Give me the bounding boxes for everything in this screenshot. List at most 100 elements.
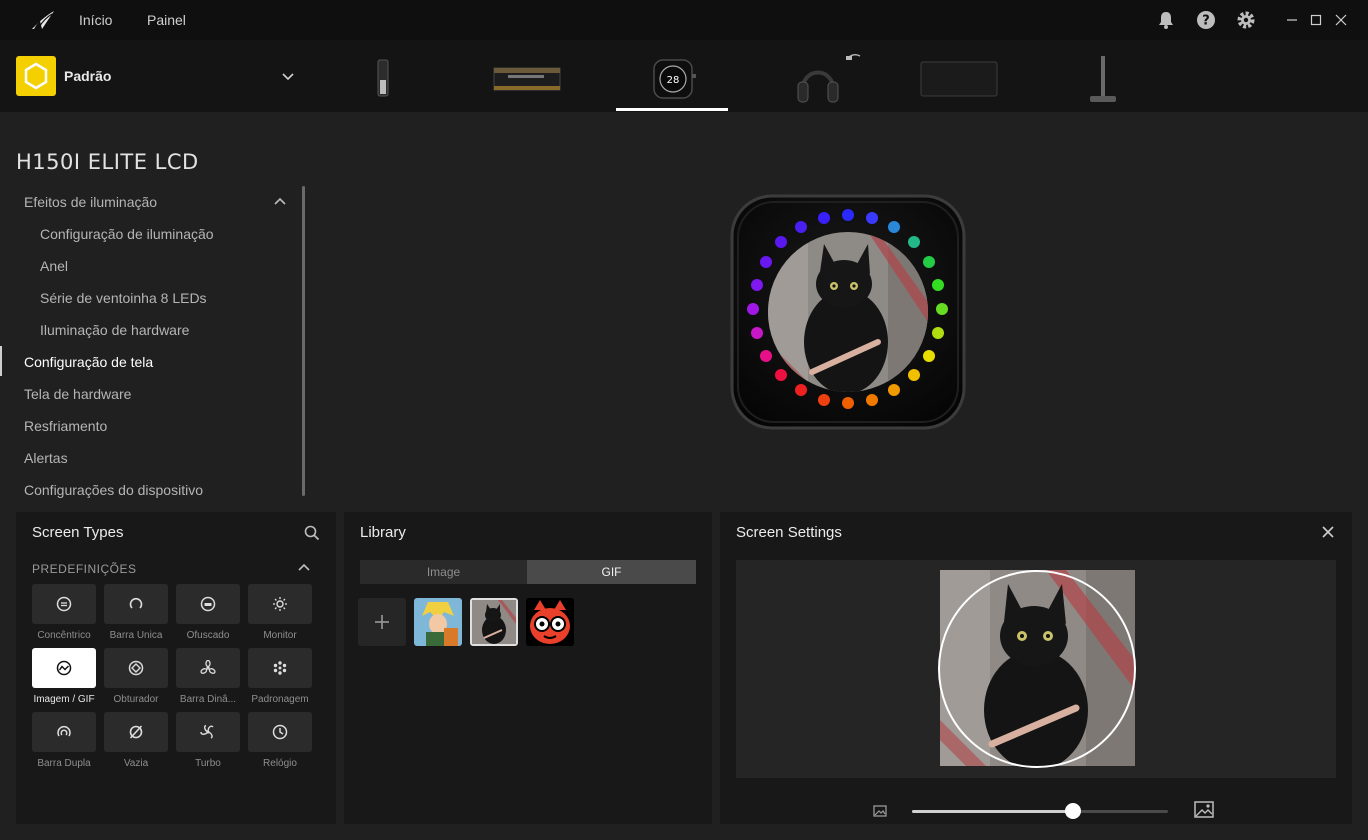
help-icon[interactable]: ? <box>1196 10 1216 30</box>
page-title: H150I ELITE LCD <box>16 150 199 174</box>
tile-label: Relógio <box>263 758 297 769</box>
tile-shutter[interactable] <box>104 648 168 688</box>
tile-clock[interactable] <box>248 712 312 752</box>
chevron-up-icon[interactable] <box>296 560 312 576</box>
media-thumbnail-cartoon[interactable] <box>526 598 574 646</box>
zoom-slider-fill <box>912 810 1074 813</box>
menu-scrollbar[interactable] <box>302 186 305 496</box>
headset-device[interactable] <box>794 48 864 108</box>
tile-empty[interactable] <box>104 712 168 752</box>
zoom-slider[interactable] <box>912 803 1168 819</box>
image-small-icon <box>873 805 887 817</box>
profile-name: Padrão <box>64 68 112 84</box>
active-device-indicator <box>616 108 728 111</box>
plus-icon <box>375 615 389 629</box>
screen-types-title: Screen Types <box>32 524 124 541</box>
close-icon[interactable] <box>1320 524 1336 540</box>
media-thumbnail-anime[interactable] <box>414 598 462 646</box>
screen-types-panel: Screen Types PREDEFINIÇÕES Concêntrico B… <box>16 512 336 824</box>
turbo-fan-icon <box>200 724 214 739</box>
library-panel: Library Image GIF <box>344 512 712 824</box>
menu-ring[interactable]: Anel <box>40 258 68 274</box>
presets-section-label: PREDEFINIÇÕES <box>32 562 137 576</box>
cooler-lcd-device[interactable]: 28 <box>652 48 698 108</box>
zoom-slider-handle[interactable] <box>1065 803 1082 819</box>
tile-monitor[interactable] <box>248 584 312 624</box>
nav-dashboard[interactable]: Painel <box>147 12 186 28</box>
library-tabs: Image GIF <box>360 560 696 584</box>
tile-concentric[interactable] <box>32 584 96 624</box>
crop-image[interactable] <box>936 570 1136 768</box>
menu-alerts[interactable]: Alertas <box>24 450 68 466</box>
tab-image[interactable]: Image <box>360 560 527 584</box>
image-large-icon <box>1194 801 1214 818</box>
menu-screen-setup[interactable]: Configuração de tela <box>24 354 153 370</box>
tile-label: Turbo <box>195 758 221 769</box>
tile-single-bar[interactable] <box>104 584 168 624</box>
profile-selector[interactable]: Padrão <box>16 56 306 96</box>
bell-icon[interactable] <box>1156 10 1176 30</box>
screen-settings-panel: Screen Settings <box>720 512 1352 824</box>
double-bar-icon <box>57 726 71 737</box>
gear-icon[interactable] <box>1236 10 1256 30</box>
tile-label: Padronagem <box>251 694 309 705</box>
device-lcd-temp: 28 <box>667 75 680 86</box>
menu-lighting-setup[interactable]: Configuração de iluminação <box>40 226 214 242</box>
library-title: Library <box>360 524 406 541</box>
tab-gif[interactable]: GIF <box>527 560 696 584</box>
nav-home[interactable]: Início <box>79 12 112 28</box>
menu-fan-series[interactable]: Série de ventoinha 8 LEDs <box>40 290 207 306</box>
obscured-icon <box>200 596 216 612</box>
tile-label: Concêntrico <box>37 630 91 641</box>
maximize-icon[interactable] <box>1308 12 1324 28</box>
tile-label: Vazia <box>123 758 149 769</box>
headset-stand-device[interactable] <box>1086 48 1120 108</box>
tile-label: Barra Dinâ... <box>179 694 237 705</box>
search-icon[interactable] <box>304 525 320 541</box>
svg-text:?: ? <box>1202 14 1210 29</box>
crop-preview <box>736 560 1336 778</box>
media-thumbnail-cat-selected[interactable] <box>470 598 518 646</box>
tile-obscured[interactable] <box>176 584 240 624</box>
close-window-icon[interactable] <box>1333 12 1349 28</box>
profile-hexagon-icon <box>16 56 56 96</box>
tile-label: Monitor <box>263 630 297 641</box>
single-bar-icon <box>129 597 143 609</box>
tile-double-bar[interactable] <box>32 712 96 752</box>
dynamic-bar-icon <box>200 660 216 674</box>
menu-cooling[interactable]: Resfriamento <box>24 418 107 434</box>
empty-icon <box>129 725 143 739</box>
menu-lighting-effects[interactable]: Efeitos de iluminação <box>24 194 157 210</box>
menu-device-settings[interactable]: Configurações do dispositivo <box>24 482 203 498</box>
tile-turbo[interactable] <box>176 712 240 752</box>
active-menu-indicator <box>0 346 2 376</box>
lcd-preview <box>728 192 968 432</box>
tile-label: Barra Dupla <box>37 758 91 769</box>
ram-device[interactable] <box>490 48 564 108</box>
monitor-icon <box>273 597 287 611</box>
chevron-up-icon[interactable] <box>272 194 288 210</box>
tile-label: Obturador <box>113 694 159 705</box>
title-bar: Início Painel ? <box>0 0 1368 40</box>
minimize-icon[interactable] <box>1284 12 1300 28</box>
screen-settings-title: Screen Settings <box>736 524 842 541</box>
tile-image-gif[interactable] <box>32 648 96 688</box>
chevron-down-icon[interactable] <box>280 68 296 84</box>
tile-pattern[interactable] <box>248 648 312 688</box>
shutter-icon <box>128 660 144 676</box>
concentric-icon <box>56 596 72 612</box>
usb-stick-device[interactable] <box>372 48 394 108</box>
add-media-button[interactable] <box>358 598 406 646</box>
mousepad-device[interactable] <box>920 48 998 108</box>
menu-hardware-screen[interactable]: Tela de hardware <box>24 386 131 402</box>
tile-label: Ofuscado <box>186 630 230 641</box>
tile-label: Imagem / GIF <box>33 694 95 705</box>
image-gif-icon <box>56 660 72 676</box>
clock-icon <box>272 724 288 740</box>
pattern-icon <box>273 661 287 675</box>
device-bar: Padrão 28 <box>0 40 1368 112</box>
main-content: H150I ELITE LCD Efeitos de iluminação Co… <box>0 112 1368 840</box>
tile-dynamic-bar[interactable] <box>176 648 240 688</box>
menu-hardware-lighting[interactable]: Iluminação de hardware <box>40 322 189 338</box>
corsair-logo <box>32 11 54 29</box>
